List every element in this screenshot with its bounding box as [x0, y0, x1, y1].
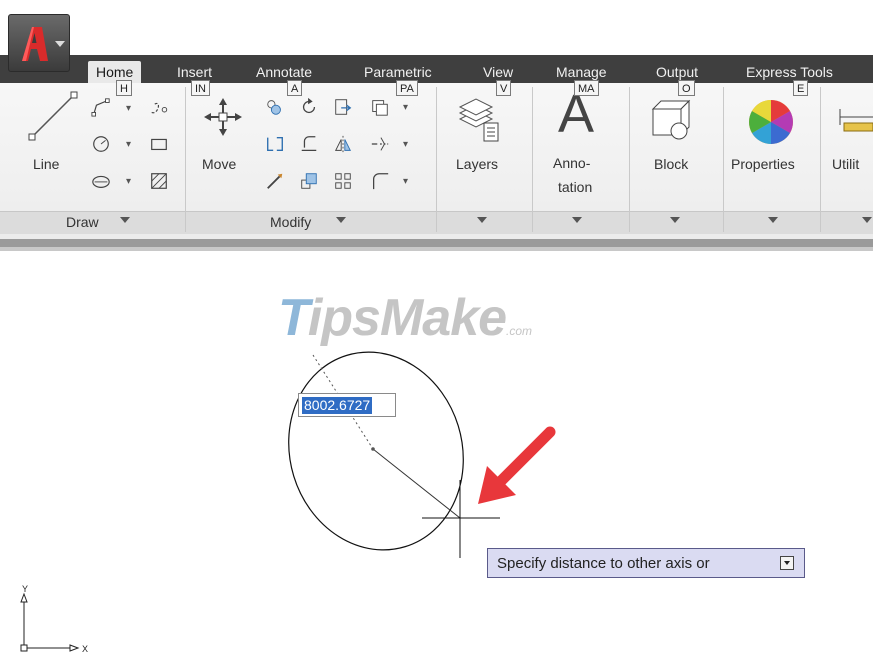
block-label[interactable]: Block [654, 156, 688, 172]
ellipse-caret-icon[interactable]: ▾ [126, 176, 131, 187]
ribbon-divider [0, 239, 873, 247]
scale-icon[interactable] [298, 170, 320, 192]
autocad-window: Home Insert Annotate Parametric View Man… [0, 0, 873, 662]
annotation-label-line1[interactable]: Anno- [553, 155, 590, 171]
circle-caret-icon[interactable]: ▾ [126, 139, 131, 150]
keytip-output: O [678, 80, 695, 96]
autocad-logo-icon [22, 27, 48, 61]
utilities-measure-icon[interactable] [838, 105, 873, 145]
copy-icon[interactable] [264, 96, 286, 118]
offset-icon[interactable] [369, 133, 391, 155]
panel-separator [723, 87, 724, 232]
keytip-annotate: A [287, 80, 303, 96]
spline-icon[interactable] [148, 96, 170, 118]
properties-label[interactable]: Properties [731, 156, 795, 172]
hatch-icon[interactable] [148, 170, 170, 192]
modify-panel-title[interactable]: Modify [270, 214, 311, 230]
line-icon[interactable] [22, 87, 82, 147]
panel-separator [436, 87, 437, 232]
tab-annotate[interactable]: Annotate [256, 61, 312, 83]
properties-panel-caret-icon[interactable] [768, 217, 778, 223]
keytip-manage: MA [574, 80, 599, 96]
chamfer-caret-icon[interactable]: ▾ [403, 176, 408, 187]
command-prompt-tooltip: Specify distance to other axis or [487, 548, 805, 578]
ribbon-tab-bar: Home Insert Annotate Parametric View Man… [0, 55, 873, 83]
rotate-icon[interactable] [298, 96, 320, 118]
panel-separator [185, 87, 186, 232]
ucs-x-label: X [82, 644, 88, 654]
application-menu-button[interactable] [8, 14, 70, 72]
app-menu-caret-icon [55, 41, 65, 47]
polyline-icon[interactable] [90, 96, 112, 118]
utilities-panel-caret-icon[interactable] [862, 217, 872, 223]
utilities-label[interactable]: Utilit [832, 156, 859, 172]
offset-caret-icon[interactable]: ▾ [403, 139, 408, 150]
dimension-value[interactable]: 8002.6727 [302, 397, 373, 414]
tab-express-tools[interactable]: Express Tools [746, 61, 833, 83]
mirror-icon[interactable] [264, 133, 286, 155]
options-down-arrow-icon[interactable] [780, 556, 794, 570]
move-label[interactable]: Move [202, 156, 236, 172]
draw-panel-caret-icon[interactable] [120, 217, 130, 223]
panel-separator [820, 87, 821, 232]
ribbon: Line ▾ ▾ ▾ Draw Move ▾ ▾ ▾ Modify Layers… [0, 83, 873, 240]
ucs-axis-icon: Y X [20, 584, 88, 654]
array-icon[interactable] [332, 170, 354, 192]
layers-label[interactable]: Layers [456, 156, 498, 172]
chamfer-icon[interactable] [369, 170, 391, 192]
block-icon[interactable] [647, 99, 695, 143]
modify-panel-caret-icon[interactable] [336, 217, 346, 223]
annotation-label-line2[interactable]: tation [558, 179, 592, 195]
block-panel-caret-icon[interactable] [670, 217, 680, 223]
tab-home[interactable]: Home [88, 61, 142, 83]
keytip-parametric: PA [396, 80, 418, 96]
ucs-y-label: Y [22, 584, 28, 594]
dynamic-input-field[interactable]: 8002.6727 [298, 393, 396, 417]
annotation-panel-caret-icon[interactable] [572, 217, 582, 223]
panel-separator [629, 87, 630, 232]
polyline-caret-icon[interactable]: ▾ [126, 103, 131, 114]
title-bar [0, 0, 873, 56]
properties-color-wheel-icon[interactable] [746, 97, 796, 147]
ellipse-icon[interactable] [90, 170, 112, 192]
tipsmake-watermark: TipsMake.com [278, 289, 533, 347]
layers-icon[interactable] [456, 97, 504, 145]
tooltip-text: Specify distance to other axis or [497, 555, 710, 572]
stretch-icon[interactable] [264, 170, 286, 192]
stretch-mirror-icon[interactable] [332, 133, 354, 155]
circle-icon[interactable] [90, 133, 112, 155]
keytip-express-tools: E [793, 80, 809, 96]
draw-panel-title[interactable]: Draw [66, 214, 99, 230]
line-label[interactable]: Line [33, 156, 59, 172]
layers-panel-caret-icon[interactable] [477, 217, 487, 223]
keytip-insert: IN [191, 80, 210, 96]
fillet-icon[interactable] [298, 133, 320, 155]
keytip-view: V [496, 80, 512, 96]
panel-separator [532, 87, 533, 232]
erase-caret-icon[interactable]: ▾ [403, 102, 408, 113]
move-icon[interactable] [203, 97, 243, 137]
rectangle-icon[interactable] [148, 133, 170, 155]
trim-icon[interactable] [332, 96, 354, 118]
keytip-home: H [116, 80, 132, 96]
erase-icon[interactable] [369, 96, 391, 118]
